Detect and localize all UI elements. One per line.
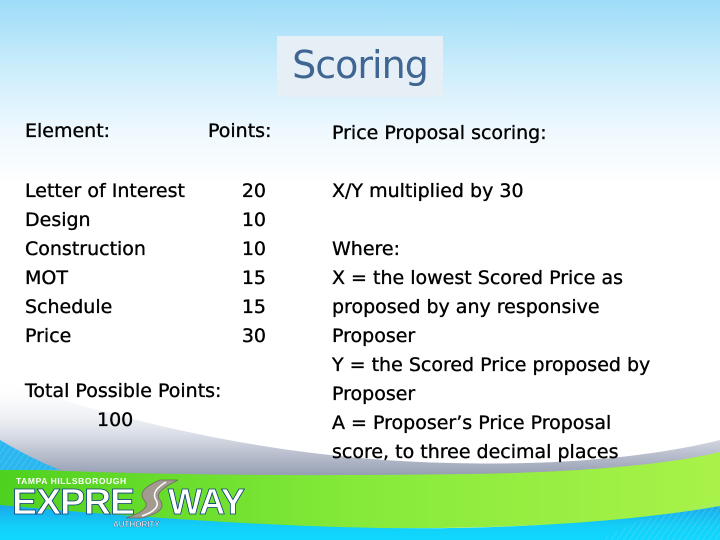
total-value: 100	[97, 409, 134, 431]
total-label: Total Possible Points:	[25, 380, 222, 402]
title-box: Scoring	[277, 36, 443, 97]
formula-definitions: Where: X = the lowest Scored Price as pr…	[332, 235, 651, 467]
definition-line: Y = the Scored Price proposed by	[332, 354, 651, 376]
points-value: 30	[241, 325, 267, 347]
logo-bottom-text: AUTHORITY	[113, 520, 160, 529]
element-list: Letter of Interest Design Construction M…	[25, 177, 185, 351]
logo-main-right: WAY	[168, 481, 245, 522]
points-value: 20	[241, 180, 267, 202]
definition-line: Proposer	[332, 383, 416, 405]
element-row: Construction	[25, 238, 146, 260]
points-value: 15	[241, 267, 267, 289]
points-value: 15	[241, 296, 267, 318]
element-row: MOT	[25, 267, 68, 289]
price-formula: X/Y multiplied by 30	[332, 180, 524, 202]
definition-line: X = the lowest Scored Price as	[332, 267, 624, 289]
element-row: Schedule	[25, 296, 113, 318]
element-row: Design	[25, 209, 91, 231]
points-value: 10	[241, 209, 267, 231]
element-header: Element:	[25, 120, 111, 142]
definition-line: proposed by any responsive	[332, 296, 600, 318]
expressway-authority-logo: TAMPA HILLSBOROUGH EXPRE WAY AUTHORITY	[12, 476, 247, 529]
definition-line: A = Proposer’s Price Proposal	[332, 412, 612, 434]
definition-line: Where:	[332, 238, 401, 260]
element-row: Price	[25, 325, 72, 347]
slide: Scoring Element: Points: Letter of Inter…	[0, 0, 720, 540]
logo-main-left: EXPRE	[12, 481, 134, 522]
definition-line: Proposer	[332, 325, 416, 347]
price-scoring-header: Price Proposal scoring:	[332, 122, 547, 144]
points-value: 10	[241, 238, 267, 260]
points-header: Points:	[208, 120, 272, 142]
points-list: 20 10 10 15 15 30	[228, 177, 267, 351]
slide-title: Scoring	[292, 42, 429, 87]
element-row: Letter of Interest	[25, 180, 185, 202]
definition-line: score, to three decimal places	[332, 441, 619, 463]
